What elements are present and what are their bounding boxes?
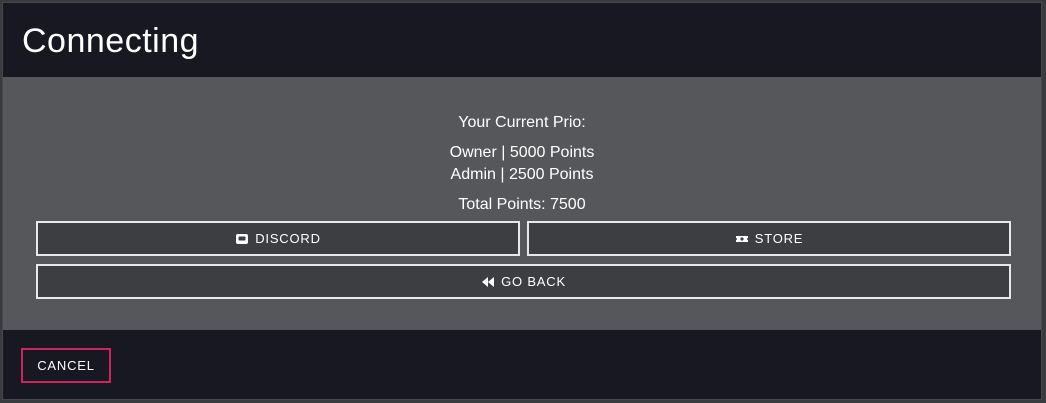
total-points: Total Points: 7500 <box>458 196 586 213</box>
modal-footer: CANCEL <box>3 330 1041 399</box>
prio-heading: Your Current Prio: <box>458 114 586 131</box>
discord-button[interactable]: DISCORD <box>36 221 520 256</box>
store-button-label: STORE <box>754 231 804 246</box>
connecting-modal: Connecting Your Current Prio: Owner | 50… <box>2 2 1042 400</box>
modal-title: Connecting <box>22 22 200 60</box>
store-button[interactable]: STORE <box>527 221 1011 256</box>
ticket-icon <box>735 233 749 245</box>
prio-entry-owner: Owner | 5000 Points <box>449 144 595 161</box>
discord-button-label: DISCORD <box>255 231 321 246</box>
modal-body: Your Current Prio: Owner | 5000 Points A… <box>3 77 1041 330</box>
cancel-button[interactable]: CANCEL <box>21 348 111 383</box>
rewind-icon <box>481 276 495 288</box>
discord-icon <box>235 233 249 245</box>
go-back-button-label: GO BACK <box>501 274 566 289</box>
go-back-button[interactable]: GO BACK <box>36 264 1011 299</box>
modal-header: Connecting <box>3 3 1041 77</box>
prio-entry-admin: Admin | 2500 Points <box>450 166 594 183</box>
